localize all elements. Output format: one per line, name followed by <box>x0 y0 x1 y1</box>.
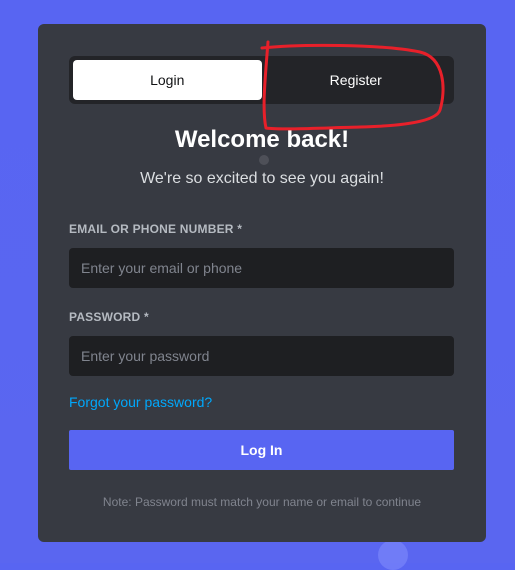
background-blob <box>378 540 408 570</box>
page-subtitle: We're so excited to see you again! <box>140 170 384 187</box>
email-field[interactable] <box>69 248 454 288</box>
auth-tabs: Login Register <box>69 56 454 104</box>
required-marker: * <box>237 222 243 236</box>
email-label-text: EMAIL OR PHONE NUMBER <box>69 222 234 236</box>
password-label-text: PASSWORD <box>69 310 141 324</box>
password-label: PASSWORD * <box>69 310 149 324</box>
required-marker: * <box>143 310 149 324</box>
page-title: Welcome back! <box>174 126 350 153</box>
email-label: EMAIL OR PHONE NUMBER * <box>69 222 242 236</box>
forgot-password-link[interactable]: Forgot your password? <box>69 394 212 410</box>
login-card: Login Register Welcome back! We're so ex… <box>38 24 486 542</box>
password-field[interactable] <box>69 336 454 376</box>
login-button[interactable]: Log In <box>69 430 454 470</box>
tab-register[interactable]: Register <box>262 60 451 100</box>
password-note: Note: Password must match your name or e… <box>102 495 422 509</box>
tab-login[interactable]: Login <box>73 60 262 100</box>
cursor-dot <box>259 155 269 165</box>
